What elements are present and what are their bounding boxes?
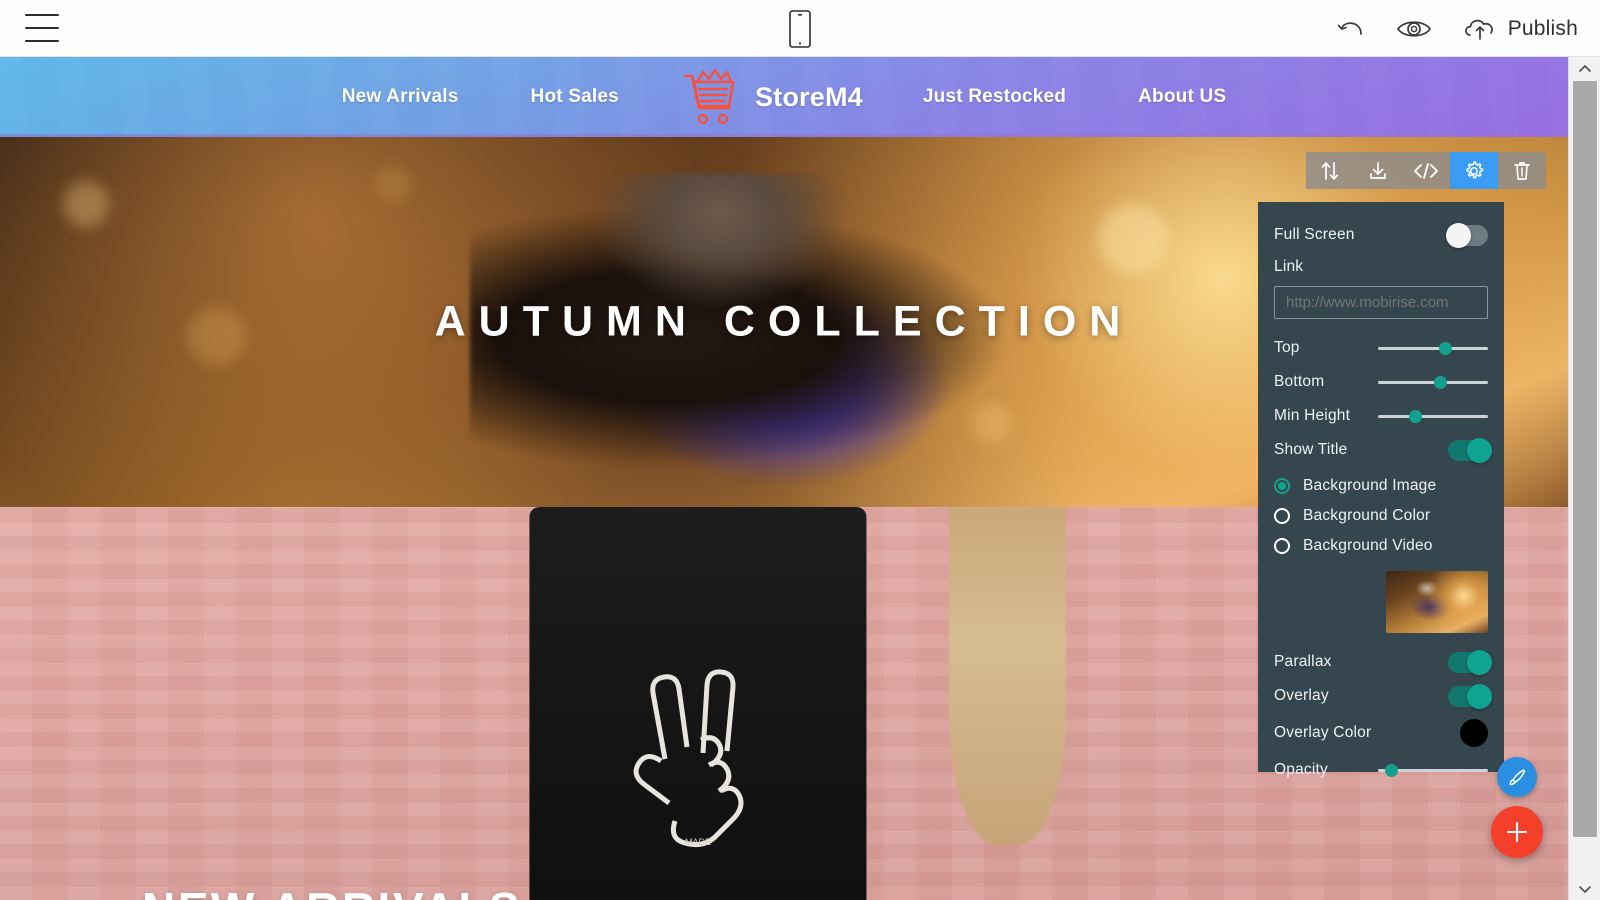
setting-top: Top [1258, 331, 1504, 365]
navbar-inner: New Arrivals Hot Sales StoreM4 Just Rest… [342, 68, 1227, 126]
add-block-button[interactable] [1491, 806, 1543, 858]
style-brush-button[interactable] [1497, 757, 1537, 797]
scroll-down-button[interactable] [1569, 878, 1600, 900]
gear-icon [1466, 160, 1484, 179]
editor-topbar: Publish [0, 0, 1600, 57]
radio-unselected-icon [1274, 538, 1290, 554]
brand-name: StoreM4 [754, 81, 863, 112]
parallax-label: Parallax [1274, 653, 1332, 670]
setting-link: Link [1258, 252, 1504, 282]
bottom-label: Bottom [1274, 373, 1325, 390]
block-settings-button[interactable] [1450, 152, 1498, 189]
vertical-scrollbar[interactable] [1568, 57, 1600, 900]
overlay-color-swatch[interactable] [1460, 719, 1488, 747]
full-screen-label: Full Screen [1274, 226, 1355, 243]
overlay-color-label: Overlay Color [1274, 724, 1372, 741]
delete-block-button[interactable] [1498, 152, 1546, 189]
cloud-upload-icon [1464, 19, 1493, 40]
model-hair [948, 507, 1067, 845]
radio-unselected-icon [1274, 508, 1290, 524]
setting-bottom: Bottom [1258, 365, 1504, 399]
shopping-cart-icon [683, 68, 735, 125]
background-image-thumbnail[interactable] [1386, 571, 1488, 633]
radio-background-video[interactable]: Background Video [1258, 531, 1504, 561]
setting-min-height: Min Height [1258, 399, 1504, 433]
nav-link-about-us[interactable]: About US [1138, 86, 1226, 108]
caret-down-icon [1579, 885, 1591, 893]
download-icon [1370, 161, 1386, 179]
full-screen-toggle[interactable] [1446, 222, 1488, 248]
bottom-slider[interactable] [1378, 372, 1488, 392]
brush-icon [1509, 769, 1526, 786]
setting-parallax: Parallax [1258, 645, 1504, 679]
site-brand[interactable]: StoreM4 [679, 68, 863, 126]
publish-label: Publish [1507, 16, 1578, 40]
hamburger-menu-icon[interactable] [25, 14, 59, 42]
edit-code-button[interactable] [1402, 152, 1450, 189]
background-thumbnail-wrapper [1258, 561, 1504, 645]
background-color-label: Background Color [1303, 507, 1431, 524]
link-input-wrapper [1258, 282, 1504, 319]
scroll-up-button[interactable] [1569, 57, 1600, 79]
radio-background-color[interactable]: Background Color [1258, 501, 1504, 531]
code-brackets-icon [1414, 162, 1438, 179]
svg-text:MADE: MADE [685, 837, 711, 847]
scrollbar-thumb[interactable] [1573, 81, 1597, 837]
radio-selected-icon [1274, 478, 1290, 494]
setting-overlay: Overlay [1258, 679, 1504, 713]
show-title-toggle[interactable] [1448, 437, 1492, 463]
site-navbar-block[interactable]: New Arrivals Hot Sales StoreM4 Just Rest… [0, 57, 1568, 137]
min-height-slider[interactable] [1378, 406, 1488, 426]
move-block-button[interactable] [1306, 152, 1354, 189]
opacity-label: Opacity [1274, 761, 1328, 778]
background-image-label: Background Image [1303, 477, 1437, 494]
block-toolbar [1306, 152, 1546, 189]
preview-button[interactable] [1395, 16, 1433, 42]
peace-hand-graphic: MADE [603, 641, 793, 856]
up-down-arrows-icon [1321, 161, 1339, 180]
overlay-label: Overlay [1274, 687, 1329, 704]
setting-opacity: Opacity [1258, 753, 1504, 787]
nav-link-just-restocked[interactable]: Just Restocked [923, 86, 1066, 108]
mobile-device-icon[interactable] [789, 10, 811, 53]
opacity-slider[interactable] [1378, 760, 1488, 780]
background-video-label: Background Video [1303, 537, 1433, 554]
publish-button[interactable]: Publish [1461, 15, 1578, 43]
min-height-label: Min Height [1274, 407, 1351, 424]
show-title-label: Show Title [1274, 441, 1348, 458]
block-settings-panel: Full Screen Link Top Bottom Min Height [1258, 202, 1504, 778]
setting-full-screen: Full Screen [1258, 218, 1504, 252]
nav-link-hot-sales[interactable]: Hot Sales [531, 86, 619, 108]
nav-link-new-arrivals[interactable]: New Arrivals [342, 86, 459, 108]
overlay-toggle[interactable] [1448, 683, 1492, 709]
topbar-actions: Publish [1335, 0, 1578, 57]
setting-overlay-color: Overlay Color [1258, 713, 1504, 753]
setting-show-title: Show Title [1258, 433, 1504, 467]
plus-icon [1506, 821, 1528, 843]
radio-background-image[interactable]: Background Image [1258, 471, 1504, 501]
top-label: Top [1274, 339, 1300, 356]
section-title-new-arrivals: NEW ARRIVALS [142, 882, 522, 900]
eye-preview-icon [1396, 20, 1431, 37]
link-label: Link [1274, 258, 1304, 275]
link-input[interactable] [1274, 286, 1488, 319]
undo-arrow-icon [1337, 21, 1362, 35]
editor-window: Publish New Arrivals Hot Sales StoreM4 J… [0, 0, 1600, 900]
undo-button[interactable] [1335, 16, 1367, 42]
top-slider[interactable] [1378, 338, 1488, 358]
parallax-toggle[interactable] [1448, 649, 1492, 675]
trash-icon [1514, 161, 1530, 180]
save-block-button[interactable] [1354, 152, 1402, 189]
caret-up-icon [1579, 64, 1591, 72]
